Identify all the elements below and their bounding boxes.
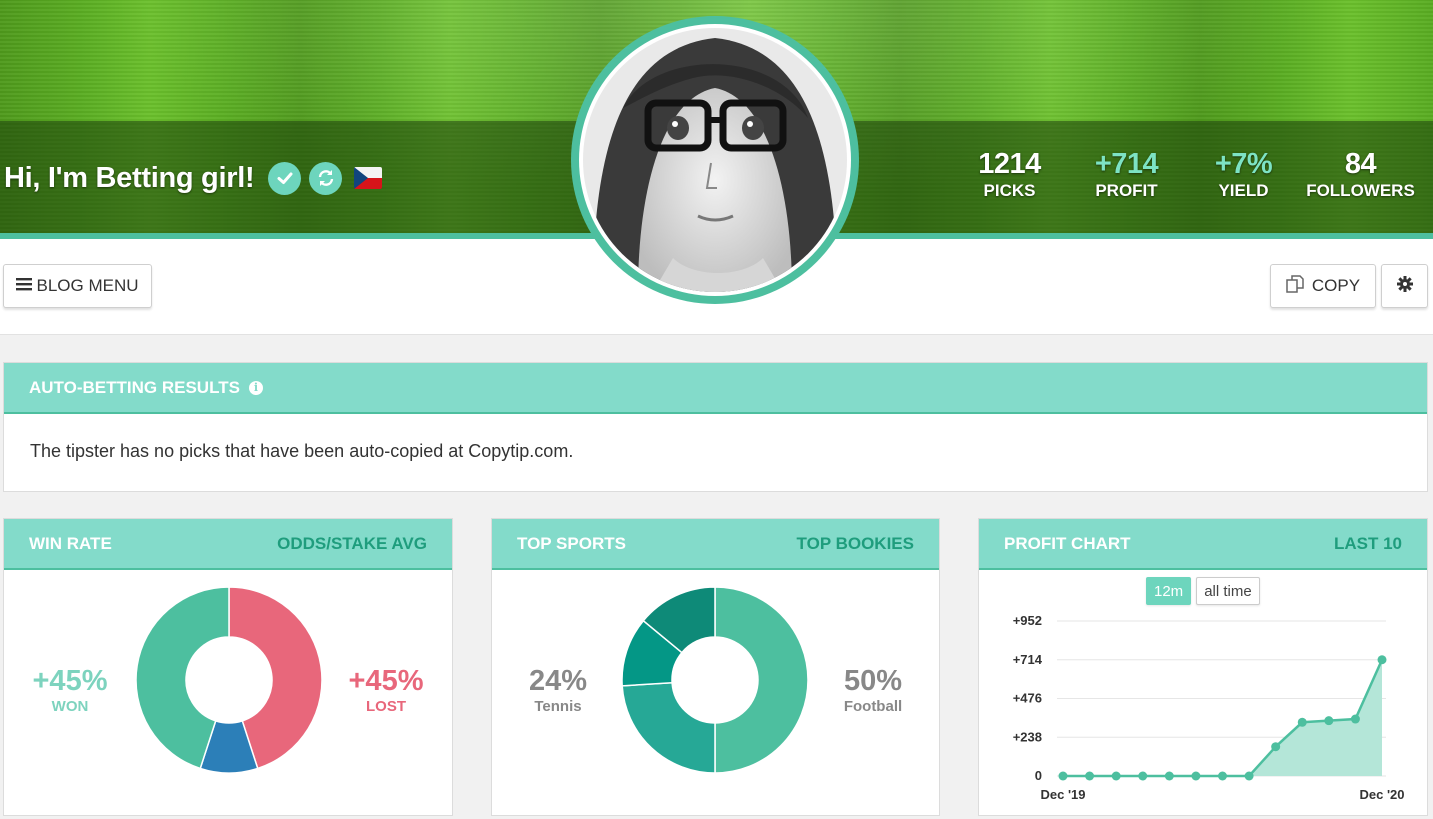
profit-point[interactable]: [1244, 771, 1254, 781]
profit-point[interactable]: [1191, 771, 1201, 781]
profit-point[interactable]: [1350, 714, 1360, 724]
blog-menu-label: BLOG MENU: [36, 276, 139, 295]
profit-point[interactable]: [1058, 771, 1068, 781]
info-icon[interactable]: i: [248, 380, 263, 395]
settings-button[interactable]: [1381, 264, 1428, 308]
stat-value: 84: [1344, 148, 1377, 180]
stat-value: +7%: [1214, 148, 1273, 180]
donut-slice-0[interactable]: [714, 586, 809, 774]
won-label: WON: [51, 698, 89, 715]
sync-icon: [309, 161, 343, 195]
football-stat: 50% Football: [813, 665, 933, 717]
profit-point[interactable]: [1324, 716, 1334, 726]
football-label: Football: [843, 698, 903, 715]
top-sports-header: TOP SPORTS TOP BOOKIES: [492, 519, 939, 570]
won-stat: +45% WON: [10, 665, 130, 717]
range-toggle: 12m all time: [1146, 577, 1260, 605]
y-tick-label: +238: [1013, 729, 1042, 744]
profit-chart-card: PROFIT CHART LAST 10 12m all time +952 +7…: [978, 518, 1428, 816]
stat-label: PICKS: [983, 181, 1036, 200]
profit-point[interactable]: [1111, 771, 1121, 781]
profit-point[interactable]: [1164, 771, 1174, 781]
auto-betting-panel: AUTO-BETTING RESULTS i The tipster has n…: [3, 362, 1428, 492]
profit-point[interactable]: [1138, 771, 1148, 781]
stat-profit: +714 PROFIT: [1068, 147, 1185, 201]
top-bookies-link[interactable]: TOP BOOKIES: [797, 534, 914, 554]
blog-menu-button[interactable]: BLOG MENU: [3, 264, 152, 308]
win-rate-donut: [135, 586, 323, 774]
lost-stat: +45% LOST: [326, 665, 446, 717]
stat-label: PROFIT: [1095, 181, 1158, 200]
profit-chart-title: PROFIT CHART: [1004, 533, 1131, 553]
copy-button[interactable]: COPY: [1270, 264, 1376, 308]
profit-point[interactable]: [1377, 655, 1387, 665]
top-sports-card: TOP SPORTS TOP BOOKIES 24% Tennis 50% Fo…: [491, 518, 940, 816]
won-value: +45%: [32, 665, 108, 697]
gear-icon: [1396, 275, 1413, 297]
auto-betting-message: The tipster has no picks that have been …: [30, 441, 574, 461]
profit-area: [1063, 659, 1382, 776]
stat-value: 1214: [978, 148, 1041, 180]
profit-point[interactable]: [1085, 771, 1095, 781]
stat-followers: 84 FOLLOWERS: [1302, 147, 1419, 201]
y-tick-label: +476: [1013, 691, 1042, 706]
czech-flag-icon: [354, 167, 383, 189]
last-10-link[interactable]: LAST 10: [1334, 534, 1402, 554]
x-tick-label: Dec '19: [1040, 787, 1085, 802]
profit-chart: +952 +714 +476 +238 0 Dec '19 Dec '20: [1013, 613, 1405, 802]
y-tick-label: 0: [1035, 768, 1042, 783]
auto-betting-header: AUTO-BETTING RESULTS i: [4, 363, 1427, 414]
lost-value: +45%: [348, 665, 424, 697]
lost-label: LOST: [366, 698, 406, 715]
toggle-all-time[interactable]: all time: [1196, 577, 1260, 605]
stat-label: FOLLOWERS: [1306, 181, 1415, 200]
avatar-image: [579, 24, 851, 296]
stat-label: YIELD: [1218, 181, 1269, 200]
profile-title: Hi, I'm Betting girl!: [4, 161, 255, 194]
win-rate-card: WIN RATE ODDS/STAKE AVG +45% WON +45% LO…: [3, 518, 453, 816]
profit-point[interactable]: [1297, 717, 1307, 727]
toggle-12m[interactable]: 12m: [1146, 577, 1192, 605]
copy-label: COPY: [1311, 276, 1361, 295]
top-sports-donut: [621, 586, 809, 774]
y-tick-label: +714: [1013, 652, 1043, 667]
win-rate-title: WIN RATE: [29, 533, 112, 553]
verified-icon: [268, 161, 302, 195]
profit-point[interactable]: [1271, 742, 1281, 752]
copy-icon: [1286, 274, 1304, 298]
stat-picks: 1214 PICKS: [951, 147, 1068, 201]
football-value: 50%: [843, 665, 903, 697]
tennis-label: Tennis: [534, 698, 582, 715]
odds-stake-avg-link[interactable]: ODDS/STAKE AVG: [277, 534, 427, 554]
stat-yield: +7% YIELD: [1185, 147, 1302, 201]
hamburger-icon: [16, 276, 33, 296]
profit-point[interactable]: [1218, 771, 1227, 781]
donut-slice-1[interactable]: [621, 681, 716, 774]
y-tick-label: +952: [1013, 613, 1042, 628]
tennis-stat: 24% Tennis: [498, 665, 618, 717]
stat-value: +714: [1094, 148, 1159, 180]
profile-stats: 1214 PICKS +714 PROFIT +7% YIELD 84 FOLL…: [951, 147, 1419, 201]
profit-chart-header: PROFIT CHART LAST 10: [979, 519, 1427, 570]
win-rate-header: WIN RATE ODDS/STAKE AVG: [4, 519, 452, 570]
avatar[interactable]: [571, 16, 859, 304]
profile-title-row: Hi, I'm Betting girl!: [4, 158, 383, 198]
auto-betting-title: AUTO-BETTING RESULTS: [29, 377, 240, 397]
top-sports-title: TOP SPORTS: [517, 533, 626, 553]
x-tick-label: Dec '20: [1359, 787, 1404, 802]
tennis-value: 24%: [528, 665, 588, 697]
